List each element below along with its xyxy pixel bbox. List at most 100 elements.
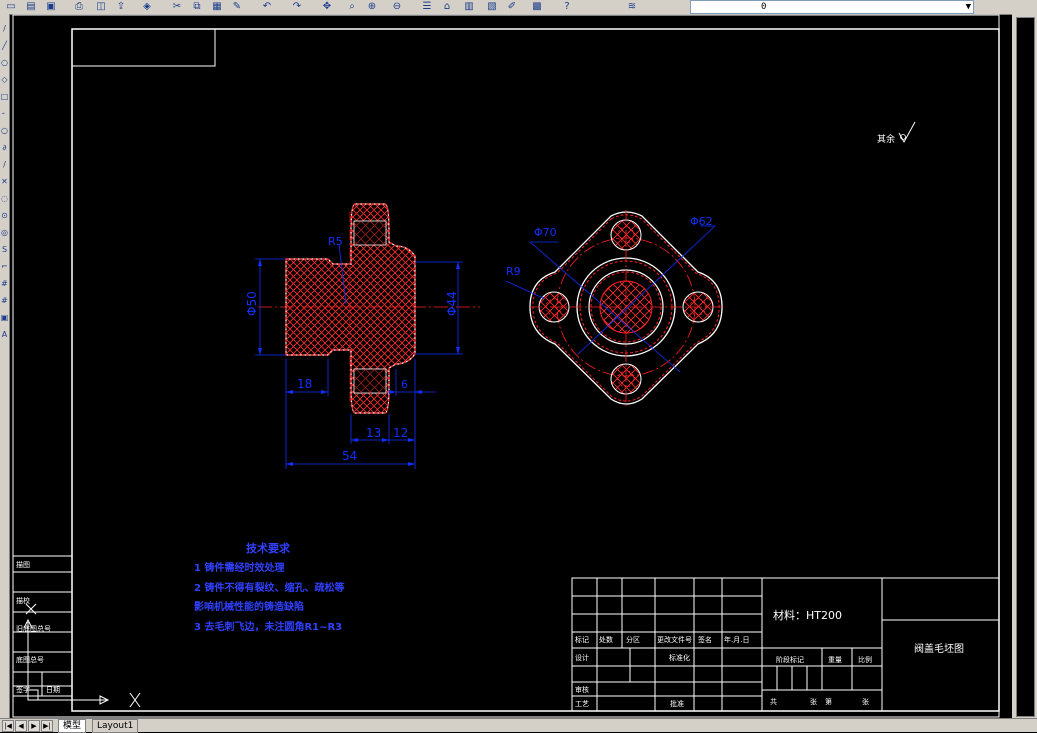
tech-req-title: 技术要求 bbox=[246, 541, 291, 555]
corner-code-box bbox=[71, 28, 216, 67]
draw-toolbar: / ╱ ○ ◇ □ ╴ ○ ∂ / ✕ ◌ ⊙ ◎ S ⌐ # # ▣ A bbox=[0, 14, 10, 718]
gradient-icon[interactable]: # bbox=[0, 296, 9, 306]
sheet-border bbox=[12, 14, 1000, 718]
roughness-note: 其余 bbox=[877, 133, 895, 145]
layer-value: 0 bbox=[761, 2, 767, 12]
tb-signature: 签名 bbox=[698, 635, 712, 644]
material-label: 材料：HT200 bbox=[773, 608, 842, 622]
line-icon[interactable]: / bbox=[0, 24, 9, 34]
side-label-a: 描图 bbox=[16, 560, 30, 569]
layer-manager-icon[interactable]: ≋ bbox=[625, 0, 639, 13]
dim-18: 18 bbox=[297, 377, 312, 391]
rectangle-icon[interactable]: □ bbox=[0, 92, 9, 102]
undo-icon[interactable]: ↶ bbox=[260, 0, 274, 13]
tb-standardize: 标准化 bbox=[669, 653, 690, 662]
tb-design: 设计 bbox=[575, 653, 589, 662]
zoom-window-icon[interactable]: ⊕ bbox=[365, 0, 379, 13]
drawing-canvas[interactable]: 其余 Φ50 Φ44 R5 18 6 13 12 54 Φ70 Φ62 R9 技… bbox=[10, 14, 1011, 718]
side-label-b: 描校 bbox=[16, 596, 30, 605]
polygon-icon[interactable]: ◇ bbox=[0, 75, 9, 85]
tb-process: 工艺 bbox=[575, 700, 589, 708]
point-icon[interactable]: ◌ bbox=[0, 194, 9, 204]
dim-phi70: Φ70 bbox=[534, 226, 557, 239]
open-icon[interactable]: ▤ bbox=[24, 0, 38, 13]
front-view bbox=[529, 210, 723, 406]
match-icon[interactable]: ✎ bbox=[230, 0, 244, 13]
tech-req-line2: 2 铸件不得有裂纹、缩孔、疏松等 bbox=[194, 581, 344, 594]
tb-review: 审核 bbox=[575, 685, 589, 694]
insert-block-icon[interactable]: ✕ bbox=[0, 177, 9, 187]
boundary-icon[interactable]: ▣ bbox=[0, 313, 9, 323]
dim-r5: R5 bbox=[328, 235, 343, 248]
tool-palette-icon[interactable]: ▥ bbox=[462, 0, 476, 13]
3d-icon[interactable]: ◈ bbox=[140, 0, 154, 13]
circle2-icon[interactable]: ○ bbox=[0, 126, 9, 136]
tb-total: 共 bbox=[770, 697, 777, 706]
tb-sheet: 张 bbox=[810, 697, 817, 706]
help-icon[interactable]: ? bbox=[560, 0, 574, 13]
tech-req-line3: 影响机械性能的铸造缺陷 bbox=[194, 600, 304, 613]
layout-tabs-bar: |◀ ◀ ▶ ▶| 模型 Layout1 bbox=[0, 718, 1037, 733]
zoom-realtime-icon[interactable]: ⌕ bbox=[345, 0, 359, 13]
sheet-set-icon[interactable]: ▧ bbox=[485, 0, 499, 13]
tb-date: 年.月.日 bbox=[724, 635, 749, 644]
tb-scale: 比例 bbox=[858, 655, 872, 664]
donut-icon[interactable]: ◎ bbox=[0, 228, 9, 238]
dim-phi50: Φ50 bbox=[245, 291, 259, 316]
tb-stage-mark: 阶段标记 bbox=[776, 655, 804, 664]
region-icon[interactable]: ⊙ bbox=[0, 211, 9, 221]
first-tab-icon[interactable]: |◀ bbox=[2, 720, 14, 732]
cut-icon[interactable]: ✂ bbox=[170, 0, 184, 13]
pan-icon[interactable]: ✥ bbox=[320, 0, 334, 13]
dim-54: 54 bbox=[342, 449, 357, 463]
calculator-icon[interactable]: ▩ bbox=[530, 0, 544, 13]
dim-r9: R9 bbox=[506, 265, 521, 278]
hatch-icon[interactable]: # bbox=[0, 279, 9, 289]
arc-icon[interactable]: ╴ bbox=[0, 109, 9, 119]
tb-approve: 批准 bbox=[670, 699, 684, 708]
tb-mark: 标记 bbox=[575, 635, 589, 644]
layer-dropdown[interactable]: 0 ▼ bbox=[690, 0, 974, 14]
dim-phi44: Φ44 bbox=[445, 291, 459, 316]
preview-icon[interactable]: ◫ bbox=[94, 0, 108, 13]
tb-page-sheet: 张 bbox=[862, 697, 869, 706]
ellipse-icon[interactable]: / bbox=[0, 160, 9, 170]
zoom-previous-icon[interactable]: ⊖ bbox=[390, 0, 404, 13]
drawing-name: 阀盖毛坯图 bbox=[914, 642, 964, 655]
spline-icon[interactable]: ∂ bbox=[0, 143, 9, 153]
save-icon[interactable]: ▣ bbox=[44, 0, 58, 13]
new-icon[interactable]: ▭ bbox=[4, 0, 18, 13]
prev-tab-icon[interactable]: ◀ bbox=[15, 720, 27, 732]
next-tab-icon[interactable]: ▶ bbox=[28, 720, 40, 732]
tech-req-line4: 3 去毛刺飞边，未注圆角R1~R3 bbox=[194, 620, 342, 633]
last-tab-icon[interactable]: ▶| bbox=[41, 720, 53, 732]
vertical-scrollbar[interactable] bbox=[1012, 14, 1037, 718]
tb-weight: 重量 bbox=[828, 656, 842, 664]
dim-13: 13 bbox=[366, 426, 381, 440]
table-icon[interactable]: ⌐ bbox=[0, 262, 9, 272]
side-label-f: 日期 bbox=[46, 686, 60, 694]
side-label-d: 底图总号 bbox=[16, 655, 44, 664]
tech-req-line1: 1 铸件需经时效处理 bbox=[194, 561, 284, 574]
markup-icon[interactable]: ✐ bbox=[505, 0, 519, 13]
text-icon[interactable]: A bbox=[0, 330, 9, 340]
publish-icon[interactable]: ⇪ bbox=[114, 0, 128, 13]
copy-icon[interactable]: ⧉ bbox=[190, 0, 204, 13]
revcloud-icon[interactable]: S bbox=[0, 245, 9, 255]
tb-count: 处数 bbox=[599, 635, 613, 644]
dim-12: 12 bbox=[393, 426, 408, 440]
chevron-down-icon[interactable]: ▼ bbox=[966, 1, 971, 13]
dim-6: 6 bbox=[401, 378, 408, 391]
print-icon[interactable]: ⎙ bbox=[72, 0, 86, 13]
paste-icon[interactable]: ▦ bbox=[210, 0, 224, 13]
design-center-icon[interactable]: ⌂ bbox=[440, 0, 454, 13]
tb-change-doc: 更改文件号 bbox=[657, 635, 692, 644]
tb-zone: 分区 bbox=[626, 635, 640, 644]
side-label-c: 旧底图总号 bbox=[16, 624, 51, 633]
construction-line-icon[interactable]: ╱ bbox=[0, 41, 9, 51]
tb-page: 第 bbox=[825, 697, 832, 706]
circle-icon[interactable]: ○ bbox=[0, 58, 9, 68]
redo-icon[interactable]: ↷ bbox=[290, 0, 304, 13]
dim-phi62: Φ62 bbox=[690, 215, 713, 228]
properties-icon[interactable]: ☰ bbox=[420, 0, 434, 13]
